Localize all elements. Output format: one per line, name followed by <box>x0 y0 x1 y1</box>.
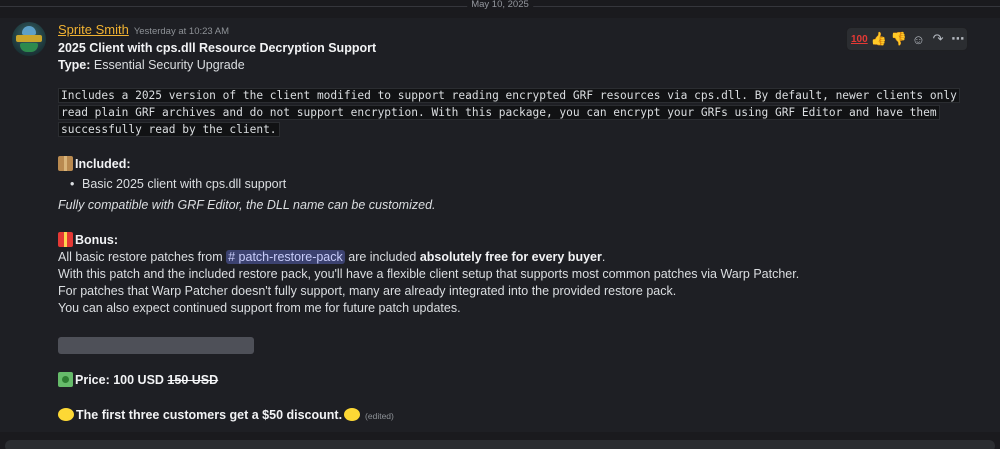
avatar[interactable] <box>12 22 46 56</box>
type-label: Type: <box>58 58 91 72</box>
included-list: Basic 2025 client with cps.dll support <box>70 176 968 193</box>
bonus-line-4: You can also expect continued support fr… <box>58 301 461 315</box>
money-icon <box>58 372 73 387</box>
bonus-heading: Bonus: <box>75 233 119 247</box>
gift-icon <box>58 232 73 247</box>
date-divider: May 10, 2025 <box>0 0 1000 12</box>
bonus-line-2: With this patch and the included restore… <box>58 267 800 281</box>
bonus-section: Bonus: All basic restore patches from # … <box>58 232 968 317</box>
price-label: Price: 100 USD <box>75 373 168 387</box>
more-options-icon[interactable]: ⋯ <box>948 29 967 49</box>
hundred-points-icon[interactable]: 100 <box>850 29 869 49</box>
inline-code-block: Includes a 2025 version of the client mo… <box>58 87 960 138</box>
list-item: Basic 2025 client with cps.dll support <box>70 176 968 193</box>
lemon-icon <box>344 408 361 421</box>
spoiler-block[interactable] <box>58 337 254 354</box>
forward-icon[interactable]: ↷ <box>929 29 948 49</box>
date-label: May 10, 2025 <box>467 0 533 10</box>
message-composer[interactable] <box>5 440 995 449</box>
code-text: Includes a 2025 version of the client mo… <box>58 88 960 137</box>
bonus-line-1: All basic restore patches from # patch-r… <box>58 250 606 264</box>
channel-mention[interactable]: # patch-restore-pack <box>226 250 345 264</box>
free-emphasis: absolutely free for every buyer <box>419 250 602 264</box>
included-section: Included: Basic 2025 client with cps.dll… <box>58 156 968 214</box>
lemon-icon <box>58 408 74 421</box>
thumbs-down-icon[interactable]: 👎 <box>889 29 908 49</box>
discount-line: The first three customers get a $50 disc… <box>58 407 968 425</box>
type-line: Type: Essential Security Upgrade <box>58 57 968 74</box>
discount-text: The first three customers get a $50 disc… <box>76 408 343 422</box>
message-content: Sprite Smith Yesterday at 10:23 AM 2025 C… <box>58 22 968 425</box>
edited-label: (edited) <box>365 411 394 421</box>
thumbs-up-icon[interactable]: 👍 <box>870 29 889 49</box>
message-title: 2025 Client with cps.dll Resource Decryp… <box>58 41 377 55</box>
old-price: 150 USD <box>167 373 219 387</box>
timestamp[interactable]: Yesterday at 10:23 AM <box>134 26 229 37</box>
message: Sprite Smith Yesterday at 10:23 AM 2025 C… <box>0 18 1000 432</box>
package-icon <box>58 156 73 171</box>
type-value: Essential Security Upgrade <box>90 58 245 72</box>
message-actions-bar: 100 👍 👎 ☺ ↷ ⋯ <box>846 27 968 51</box>
bonus-line-3: For patches that Warp Patcher doesn't fu… <box>58 284 677 298</box>
message-header: Sprite Smith Yesterday at 10:23 AM <box>58 22 968 38</box>
included-heading: Included: <box>75 157 131 171</box>
username[interactable]: Sprite Smith <box>58 22 129 37</box>
included-note: Fully compatible with GRF Editor, the DL… <box>58 198 436 212</box>
add-reaction-icon[interactable]: ☺ <box>909 29 928 49</box>
price-line: Price: 100 USD 150 USD <box>58 372 968 389</box>
